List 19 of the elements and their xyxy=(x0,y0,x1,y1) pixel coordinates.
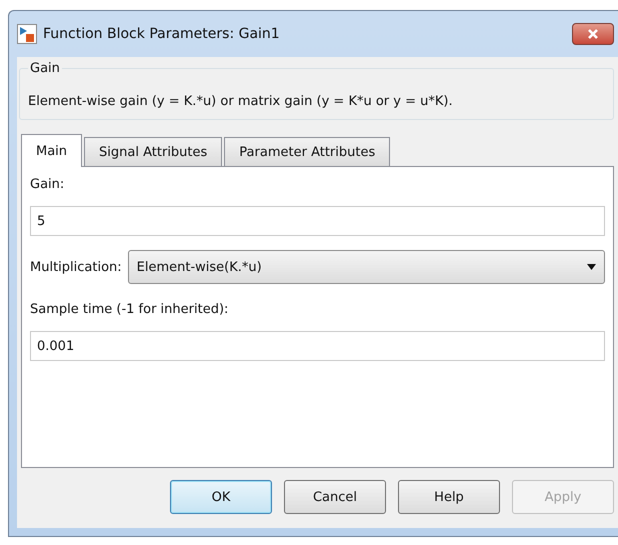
field-label: Gain: xyxy=(30,177,66,192)
field-label: Multiplication: xyxy=(30,260,122,274)
group-title: Gain xyxy=(29,61,61,76)
caret-icon xyxy=(587,264,596,270)
close-icon xyxy=(587,28,599,40)
field-label: Sample time (-1 for inherited): xyxy=(30,302,230,317)
tab[interactable]: Parameter Attributes xyxy=(224,137,390,166)
tab[interactable]: Signal Attributes xyxy=(84,137,222,166)
input-field[interactable]: 5 xyxy=(30,206,605,236)
tab[interactable]: Main xyxy=(21,134,82,167)
input-field[interactable]: 0.001 xyxy=(30,331,605,361)
window-title: Function Block Parameters: Gain1 xyxy=(43,26,281,42)
dropdown[interactable]: Element-wise(K.*u) xyxy=(128,250,605,284)
dialog-button[interactable]: OK xyxy=(170,480,272,514)
app-icon xyxy=(17,24,37,44)
close-button[interactable] xyxy=(572,23,614,45)
description: Element-wise gain (y = K.*u) or matrix gain (y = K*u or y = u*K). xyxy=(28,94,454,109)
dialog-button[interactable]: Cancel xyxy=(284,480,386,514)
dialog-button[interactable]: Help xyxy=(398,480,500,514)
